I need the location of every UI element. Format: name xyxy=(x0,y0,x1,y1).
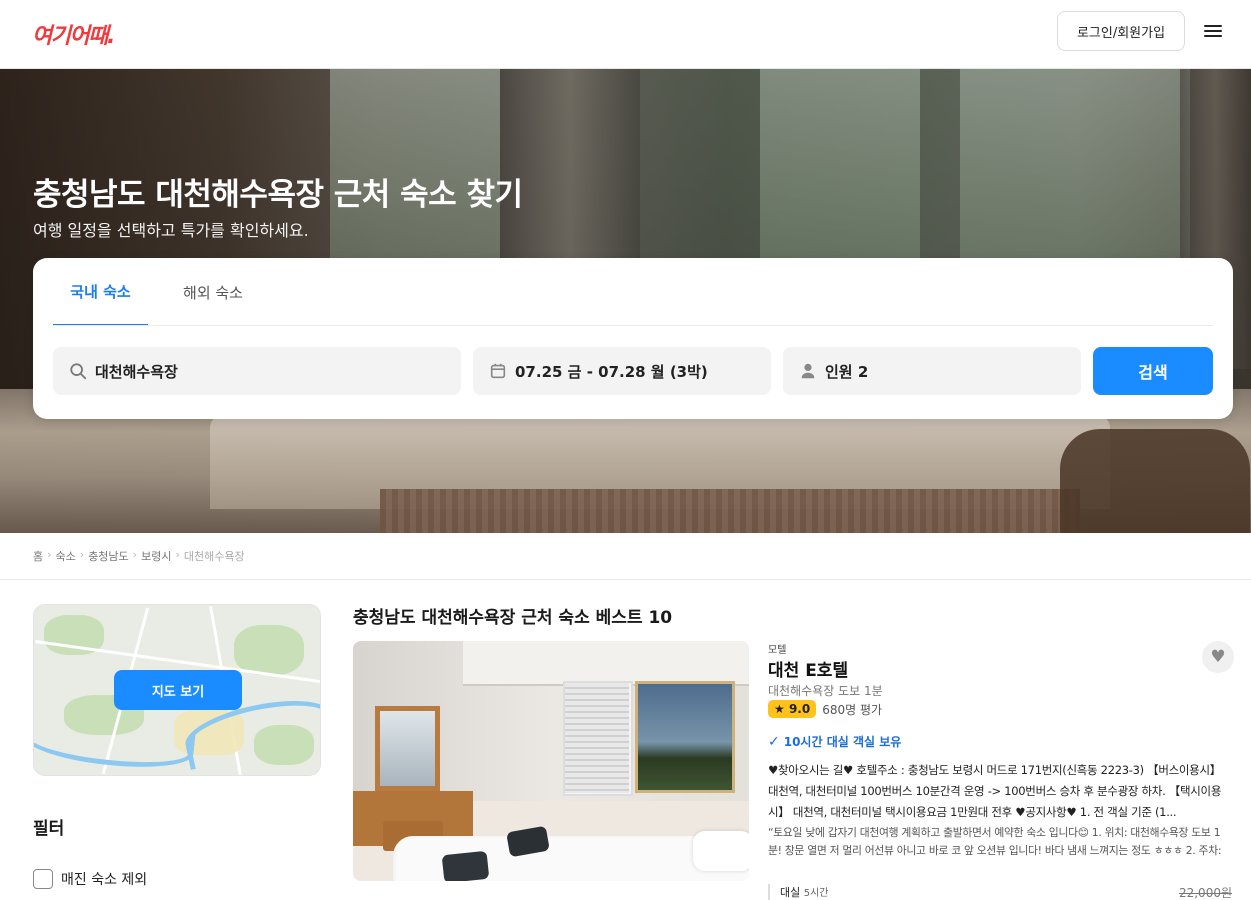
search-panel: 국내 숙소 해외 숙소 07.25 금 - 07.28 월 (3박) 인원 2 … xyxy=(33,258,1233,419)
map-river xyxy=(34,716,196,774)
filter-title: 필터 xyxy=(33,819,65,839)
review-count: 680명 평가 xyxy=(822,702,883,717)
breadcrumb: 홈 › 숙소 › 충청남도 › 보령시 › 대천해수욕장 xyxy=(33,548,245,564)
hotel-description: ♥찾아오시는 길♥ 호텔주소 : 충청남도 보령시 머드로 171번지(신흑동 … xyxy=(768,763,1222,819)
photo-window-view xyxy=(635,681,735,793)
hero-bg-chair xyxy=(1060,429,1250,533)
breadcrumb-divider xyxy=(0,579,1251,580)
rating-row: ★ 9.0 680명 평가 xyxy=(768,700,882,718)
search-button[interactable]: 검색 xyxy=(1093,347,1213,395)
view-map-button[interactable]: 지도 보기 xyxy=(114,670,242,710)
photo-pillow xyxy=(693,831,749,871)
photo-pillow xyxy=(441,850,490,881)
login-button[interactable]: 로그인/회원가입 xyxy=(1057,11,1185,51)
hero-subtitle: 여행 일정을 선택하고 특가를 확인하세요. xyxy=(33,221,309,240)
date-value: 07.25 금 - 07.28 월 (3박) xyxy=(515,362,708,381)
breadcrumb-current: 대천해수욕장 xyxy=(183,550,245,563)
destination-input[interactable] xyxy=(95,362,415,380)
map-preview[interactable]: 지도 보기 xyxy=(33,604,321,776)
photo-mirror xyxy=(375,706,440,791)
hotel-type: 모텔 xyxy=(768,645,787,656)
chevron-right-icon: › xyxy=(79,548,85,561)
wishlist-heart-icon[interactable]: ♥ xyxy=(1202,641,1234,673)
hotel-name[interactable]: 대천 E호텔 xyxy=(768,656,848,681)
calendar-icon xyxy=(490,363,506,379)
hero-bg-bedrunner xyxy=(380,489,1080,533)
logo[interactable]: 여기어때. xyxy=(32,18,115,50)
filter-exclude-soldout[interactable]: 매진 숙소 제외 xyxy=(33,869,147,889)
star-icon: ★ xyxy=(774,702,785,716)
price-label: 대실 xyxy=(780,886,801,899)
check-icon: ✓ xyxy=(768,733,780,750)
breadcrumb-item[interactable]: 홈 xyxy=(33,548,43,564)
price-label-group: 대실 5시간 xyxy=(768,884,829,900)
guest-field[interactable]: 인원 2 xyxy=(783,347,1081,395)
person-icon xyxy=(801,363,815,379)
original-price: 22,000원 xyxy=(1178,886,1232,900)
rating-badge: ★ 9.0 xyxy=(768,700,817,718)
chevron-right-icon: › xyxy=(132,548,138,561)
chevron-right-icon: › xyxy=(47,548,52,561)
price-row: 대실 5시간 22,000원 xyxy=(768,884,1232,900)
breadcrumb-item[interactable]: 숙소 xyxy=(56,548,76,564)
map-park xyxy=(234,625,304,675)
photo-valance xyxy=(463,641,749,686)
tab-overseas[interactable]: 해외 숙소 xyxy=(168,258,258,326)
exclude-soldout-checkbox[interactable] xyxy=(33,869,53,889)
chevron-right-icon: › xyxy=(175,548,180,561)
photo-window-blind xyxy=(565,683,629,793)
hero-title: 충청남도 대천해수욕장 근처 숙소 찾기 xyxy=(33,177,523,213)
guest-value: 인원 2 xyxy=(825,362,869,381)
hamburger-menu-icon[interactable] xyxy=(1203,22,1223,40)
hotel-distance: 대천해수욕장 도보 1분 xyxy=(768,684,883,698)
hotel-photo[interactable] xyxy=(353,641,749,881)
feature-label: 10시간 대실 객실 보유 xyxy=(783,735,902,749)
hotel-feature: ✓ 10시간 대실 객실 보유 xyxy=(768,733,901,750)
rating-score: 9.0 xyxy=(788,702,811,716)
hotel-review-snippet: “토요일 낮에 갑자기 대천여행 계획하고 출발하면서 예약한 숙소 입니다😊 … xyxy=(768,826,1222,857)
tab-domestic[interactable]: 국내 숙소 xyxy=(53,258,148,326)
filter-option-label: 매진 숙소 제외 xyxy=(61,872,148,888)
tab-divider xyxy=(53,325,1213,326)
destination-field[interactable] xyxy=(53,347,461,395)
price-hours: 5시간 xyxy=(803,888,829,899)
top-header: 여기어때. 로그인/회원가입 xyxy=(0,0,1251,69)
date-field[interactable]: 07.25 금 - 07.28 월 (3박) xyxy=(473,347,771,395)
listing-title: 충청남도 대천해수욕장 근처 숙소 베스트 10 xyxy=(353,608,673,628)
breadcrumb-item[interactable]: 보령시 xyxy=(141,548,171,564)
breadcrumb-item[interactable]: 충청남도 xyxy=(88,548,128,564)
search-icon xyxy=(70,363,87,380)
